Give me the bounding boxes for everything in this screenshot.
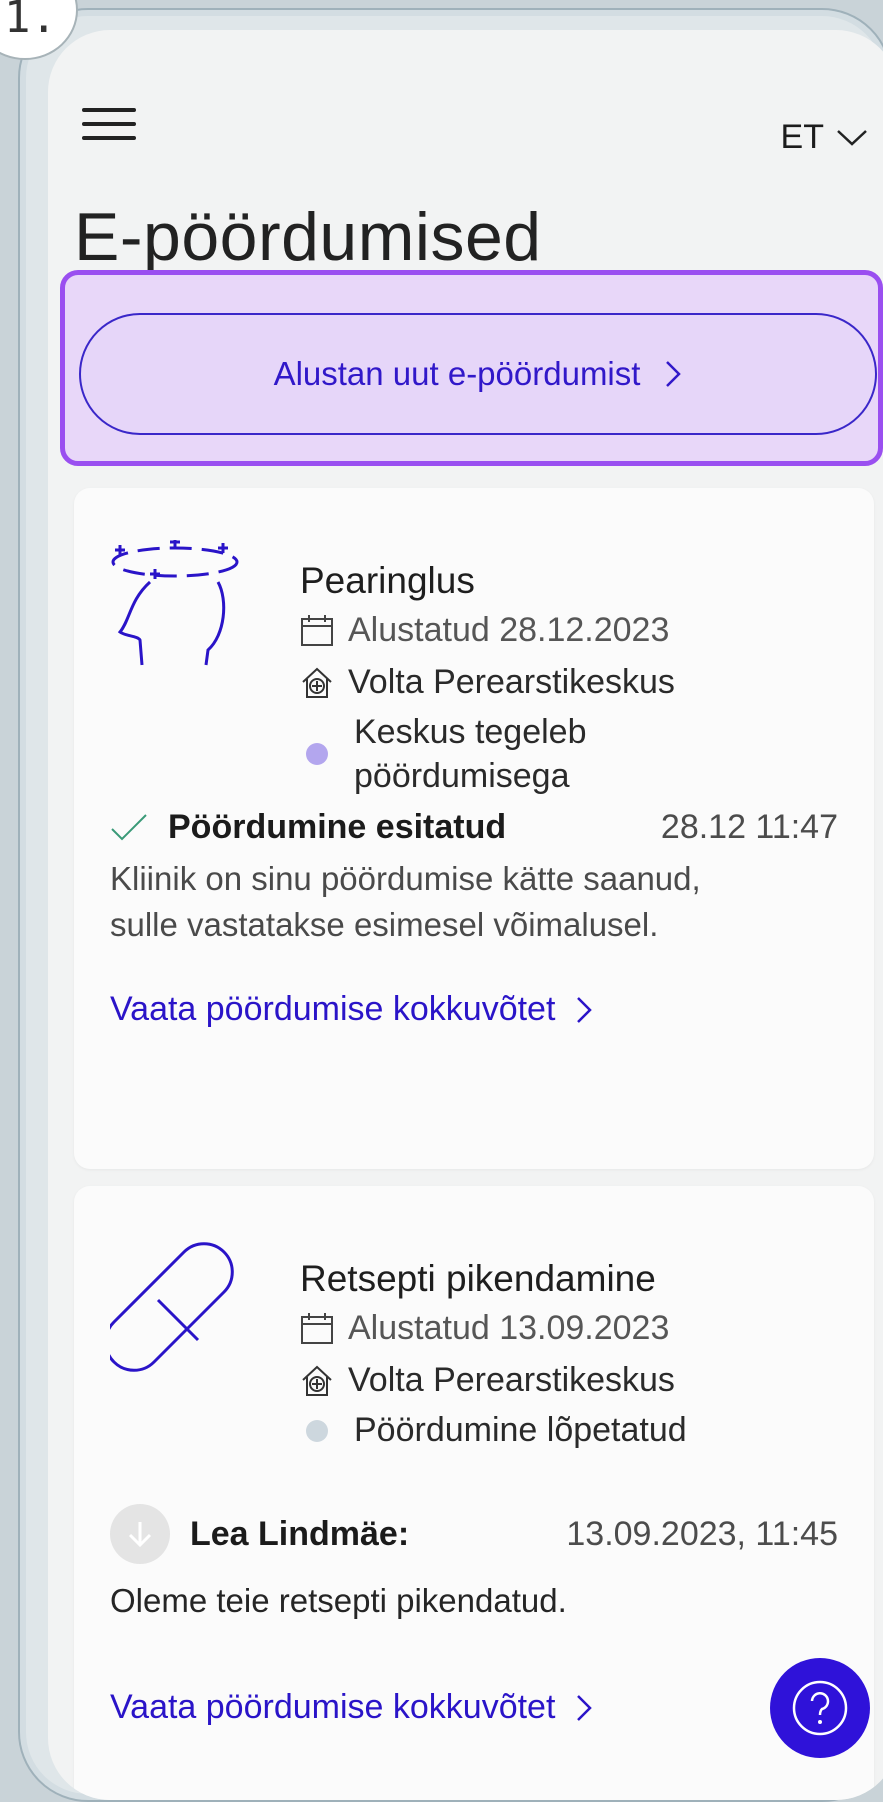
clinic-name: Volta Perearstikeskus — [348, 663, 675, 701]
event-author: Lea Lindmäe: — [190, 1514, 410, 1553]
clinic-house-icon — [302, 1365, 332, 1396]
view-summary-link[interactable]: Vaata pöördumise kokkuvõtet — [110, 990, 593, 1029]
clinic-name: Volta Perearstikeskus — [348, 1361, 675, 1399]
event-message: Kliinik on sinu pöördumise kätte saanud,… — [110, 856, 838, 948]
clinic-row: Volta Perearstikeskus — [300, 1361, 675, 1400]
language-label: ET — [780, 118, 824, 156]
status-dot — [306, 1419, 328, 1442]
step-number: 1. — [4, 0, 57, 43]
calendar-icon — [301, 1312, 333, 1344]
dizziness-head-icon — [110, 537, 250, 685]
started-date-row: Alustatud 28.12.2023 — [300, 611, 669, 650]
chevron-right-icon — [666, 361, 682, 387]
page-title: E-pöördumised — [74, 199, 542, 275]
question-icon — [792, 1680, 848, 1736]
card-title: Retsepti pikendamine — [300, 1258, 656, 1299]
clinic-house-icon — [302, 667, 332, 698]
app-screen: ET E-pöördumised Alustan uut e-pöördumis… — [48, 30, 883, 1800]
start-new-referral-button[interactable]: Alustan uut e-pöördumist — [79, 313, 877, 435]
avatar — [110, 1504, 170, 1564]
pill-capsule-icon — [104, 1242, 246, 1383]
cta-highlight: Alustan uut e-pöördumist — [60, 270, 883, 466]
event-message: Oleme teie retsepti pikendatud. — [110, 1582, 567, 1619]
event-time: 28.12 11:47 — [660, 808, 838, 846]
cta-label: Alustan uut e-pöördumist — [273, 355, 641, 392]
started-date: Alustatud 13.09.2023 — [348, 1309, 670, 1347]
referral-card: Pearinglus Alustatud 28.12.2023 Volta Pe… — [74, 488, 874, 1169]
event-time: 13.09.2023, 11:45 — [566, 1514, 838, 1553]
check-icon — [111, 813, 147, 840]
event-row: Lea Lindmäe: 13.09.2023, 11:45 — [110, 1504, 838, 1564]
view-summary-label: Vaata pöördumise kokkuvõtet — [110, 990, 556, 1028]
calendar-icon — [301, 614, 333, 646]
event-message-line: Kliinik on sinu pöördumise kätte saanud, — [110, 860, 701, 897]
chevron-right-icon — [577, 996, 593, 1023]
language-selector[interactable]: ET — [781, 118, 868, 157]
chevron-right-icon — [577, 1694, 593, 1721]
clinic-row: Volta Perearstikeskus — [300, 663, 675, 702]
status-row: Pöördumine lõpetatud — [300, 1411, 687, 1450]
event-title: Pöördumine esitatud — [168, 808, 507, 846]
status-text: Keskus tegeleb — [354, 713, 587, 751]
started-date-row: Alustatud 13.09.2023 — [300, 1309, 669, 1348]
status-dot — [306, 743, 328, 765]
menu-icon[interactable] — [82, 102, 138, 144]
status-text: Pöördumine lõpetatud — [354, 1411, 687, 1449]
status-text-cont: pöördumisega — [354, 757, 570, 795]
view-summary-link[interactable]: Vaata pöördumise kokkuvõtet — [110, 1688, 593, 1727]
status-row: Keskus tegeleb pöördumisega — [300, 710, 587, 798]
referral-card: Retsepti pikendamine Alustatud 13.09.202… — [74, 1186, 874, 1800]
started-date: Alustatud 28.12.2023 — [348, 611, 670, 649]
card-title: Pearinglus — [300, 560, 475, 601]
event-row: Pöördumine esitatud 28.12 11:47 — [110, 808, 838, 847]
help-button[interactable] — [770, 1658, 870, 1758]
chevron-down-icon — [837, 129, 867, 146]
phone-frame: ET E-pöördumised Alustan uut e-pöördumis… — [18, 8, 883, 1802]
view-summary-label: Vaata pöördumise kokkuvõtet — [110, 1688, 556, 1726]
arrow-down-icon — [128, 1522, 152, 1548]
event-message-line: sulle vastatakse esimesel võimalusel. — [110, 906, 659, 943]
